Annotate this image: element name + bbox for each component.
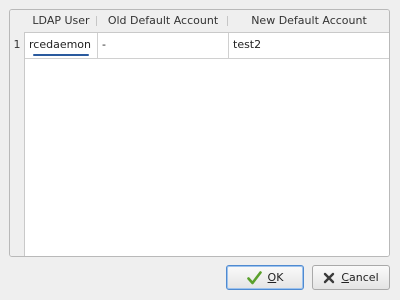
ok-button[interactable]: OK [226,265,304,290]
row-number-column: 1 [10,32,24,256]
x-icon [323,272,335,284]
cell-old-default-account[interactable]: - [98,33,228,58]
cell-new-default-account[interactable]: test2 [229,33,389,58]
cancel-button[interactable]: Cancel [312,265,390,290]
column-separator[interactable] [96,16,97,26]
cancel-button-label: Cancel [341,271,379,284]
account-table: LDAP User Old Default Account New Defaul… [9,9,390,257]
cell-ldap-user[interactable]: rcedaemon [25,33,97,58]
table-row[interactable]: rcedaemon - test2 [25,33,389,59]
column-header-new-default-account[interactable]: New Default Account [229,10,389,32]
account-mapping-dialog: LDAP User Old Default Account New Defaul… [0,0,400,300]
column-header-ldap-user[interactable]: LDAP User [26,10,96,32]
table-body: rcedaemon - test2 [24,32,389,256]
column-header-old-default-account[interactable]: Old Default Account [98,10,228,32]
row-number: 1 [13,38,21,51]
table-header: LDAP User Old Default Account New Defaul… [10,10,389,32]
checkmark-icon [246,270,262,285]
ok-button-label: OK [267,271,284,284]
column-separator[interactable] [227,16,228,26]
